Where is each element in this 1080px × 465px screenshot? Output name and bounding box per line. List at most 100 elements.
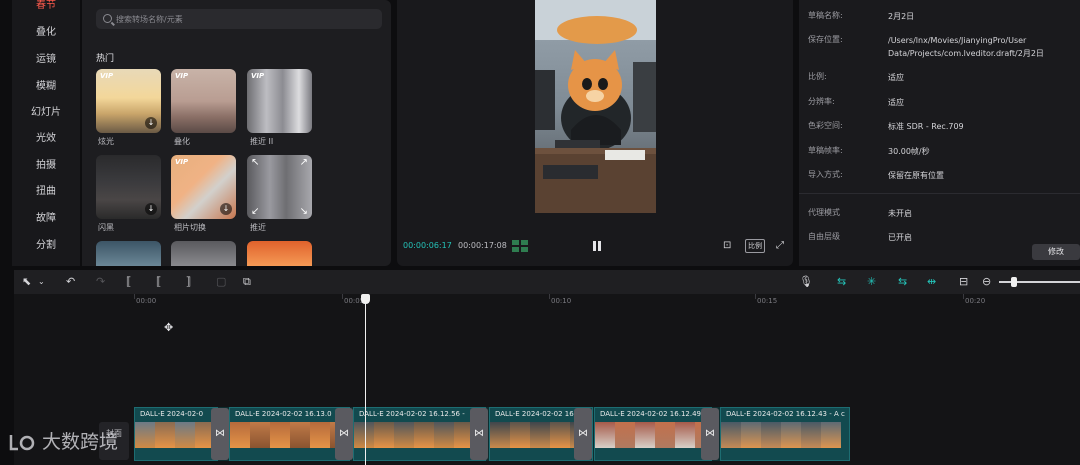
clip-label: DALL-E 2024-02-02 16.12.43 - A c	[726, 410, 845, 418]
split-icon[interactable]: ⟦	[126, 275, 131, 289]
ruler-tick	[342, 294, 343, 299]
expand-arrows-icon: ↖ ↗ ↙ ↘	[251, 157, 308, 217]
info-key: 自由层级	[808, 232, 840, 241]
screenshot-icon[interactable]: ⧉	[243, 275, 251, 289]
thumb-label: 炫光	[98, 137, 114, 146]
current-time: 00:00:06:17	[403, 241, 452, 250]
timeline-toolbar: ⬉ ⌄ ↶ ↷ ⟦ ⟦ ⟧ ▢ ⧉ 🎙 ⇆ ✳ ⇆ ⇹ ⊟ ⊖	[14, 270, 1080, 294]
video-clip[interactable]: DALL-E 2024-02-02 16.12.49	[594, 407, 712, 461]
info-key: 色彩空间:	[808, 121, 843, 130]
video-clip[interactable]: DALL-E 2024-02-02 16.12.56 -	[353, 407, 486, 461]
clip-label: DALL-E 2024-02-02 16.13.0	[235, 410, 332, 418]
video-clip[interactable]: DALL-E 2024-02-0	[134, 407, 218, 461]
delete-icon[interactable]: ▢	[216, 275, 226, 289]
microphone-icon[interactable]: 🎙	[799, 275, 813, 289]
transition-marker[interactable]: ⋈	[701, 408, 719, 460]
thumb-label: 推近	[250, 223, 266, 232]
info-value: 适应	[888, 98, 904, 107]
transition-thumb-flash-black[interactable]: ↓	[96, 155, 161, 219]
category-item[interactable]: 扭曲	[12, 182, 80, 197]
timeline[interactable]: 00:00 00:05 00:10 00:15 00:20 ✥ 封面 DALL-…	[14, 294, 1080, 465]
search-input[interactable]	[116, 12, 366, 26]
ruler-tick	[549, 294, 550, 299]
transition-thumb-flare[interactable]: VIP ↓	[96, 69, 161, 133]
clip-label: DALL-E 2024-02-02 16	[495, 410, 574, 418]
ruler-label: 00:15	[757, 297, 778, 305]
transition-thumb-dissolve[interactable]: VIP	[171, 69, 236, 133]
watermark-logo-icon	[9, 434, 35, 450]
info-key: 草稿帧率:	[808, 146, 843, 155]
clip-label: DALL-E 2024-02-02 16.12.56 -	[359, 410, 465, 418]
transition-marker[interactable]: ⋈	[470, 408, 488, 460]
main-video-track[interactable]: DALL-E 2024-02-0 ⋈ DALL-E 2024-02-02 16.…	[134, 407, 850, 461]
info-key: 草稿名称:	[808, 11, 843, 20]
transition-thumb[interactable]	[247, 241, 312, 266]
split-left-icon[interactable]: ⟦	[156, 275, 161, 289]
thumb-label: 叠化	[174, 137, 190, 146]
ruler-tick	[755, 294, 756, 299]
search-box[interactable]	[96, 9, 382, 29]
video-clip[interactable]: DALL-E 2024-02-02 16.12.43 - A c	[720, 407, 850, 461]
link-main-track-icon[interactable]: ⇆	[837, 275, 846, 289]
transition-marker[interactable]: ⋈	[335, 408, 353, 460]
transition-thumb[interactable]	[96, 241, 161, 266]
download-icon[interactable]: ↓	[145, 203, 157, 215]
transition-thumb-photo-switch[interactable]: VIP ↓	[171, 155, 236, 219]
clip-label: DALL-E 2024-02-0	[140, 410, 204, 418]
playhead[interactable]	[365, 298, 366, 465]
download-icon[interactable]: ↓	[145, 117, 157, 129]
magnet-icon[interactable]: ✳	[867, 275, 876, 289]
preview-image	[535, 0, 656, 213]
category-item[interactable]: 幻灯片	[12, 103, 80, 118]
vip-badge: VIP	[251, 72, 265, 80]
focus-icon[interactable]: ⊡	[723, 239, 731, 253]
clip-thumbnails	[135, 422, 217, 448]
transition-thumb-push-in[interactable]: ↖ ↗ ↙ ↘	[247, 155, 312, 219]
video-clip[interactable]: DALL-E 2024-02-02 16.13.0	[229, 407, 350, 461]
category-item[interactable]: 模糊	[12, 77, 80, 92]
download-icon[interactable]: ↓	[220, 203, 232, 215]
category-item[interactable]: 运镜	[12, 50, 80, 65]
chevron-down-icon[interactable]: ⌄	[38, 275, 45, 289]
info-value: /Users/lnx/Movies/JianyingPro/User Data/…	[888, 36, 1044, 58]
category-item[interactable]: 分割	[12, 236, 80, 251]
category-item[interactable]: 春节	[12, 0, 80, 11]
pause-button[interactable]	[591, 240, 603, 252]
ruler-label: 00:20	[965, 297, 986, 305]
info-key: 比例:	[808, 72, 827, 81]
zoom-slider-handle[interactable]	[1011, 277, 1017, 287]
modify-button[interactable]: 修改	[1032, 244, 1080, 260]
transitions-panel: 热门 VIP ↓ 炫光 VIP 叠化 VIP 推近 II ↓ 闪黑 VIP ↓ …	[82, 0, 391, 266]
transition-marker[interactable]: ⋈	[211, 408, 229, 460]
fit-icon[interactable]: ⊟	[959, 275, 968, 289]
vip-badge: VIP	[100, 72, 114, 80]
transition-marker[interactable]: ⋈	[574, 408, 592, 460]
clip-thumbnails	[354, 422, 485, 448]
fullscreen-icon[interactable]: ⤢	[776, 239, 784, 253]
info-key: 保存位置:	[808, 35, 843, 44]
ruler-tick	[134, 294, 135, 299]
vip-badge: VIP	[175, 72, 189, 80]
divider	[799, 193, 1080, 194]
category-item[interactable]: 故障	[12, 209, 80, 224]
clip-thumbnails	[595, 422, 711, 448]
video-player: 00:00:06:17 00:00:17:08 ⊡ 比例 ⤢	[397, 0, 793, 266]
category-item[interactable]: 叠化	[12, 23, 80, 38]
ratio-button[interactable]: 比例	[745, 239, 765, 253]
search-icon	[103, 14, 112, 23]
video-preview[interactable]	[535, 0, 656, 213]
transition-thumb[interactable]	[171, 241, 236, 266]
zoom-out-icon[interactable]: ⊖	[982, 275, 991, 289]
redo-icon[interactable]: ↷	[96, 275, 105, 289]
linkage-icon[interactable]: ⇆	[898, 275, 907, 289]
grid-icon[interactable]	[512, 240, 529, 252]
thumb-label: 相片切换	[174, 223, 206, 232]
category-item[interactable]: 拍摄	[12, 156, 80, 171]
category-item[interactable]: 光效	[12, 129, 80, 144]
transition-thumb-push-in-2[interactable]: VIP	[247, 69, 312, 133]
preview-axis-icon[interactable]: ⇹	[927, 275, 936, 289]
select-cursor-icon[interactable]: ⬉	[22, 275, 31, 289]
split-right-icon[interactable]: ⟧	[186, 275, 191, 289]
undo-icon[interactable]: ↶	[66, 275, 75, 289]
info-value: 标准 SDR - Rec.709	[888, 122, 964, 131]
